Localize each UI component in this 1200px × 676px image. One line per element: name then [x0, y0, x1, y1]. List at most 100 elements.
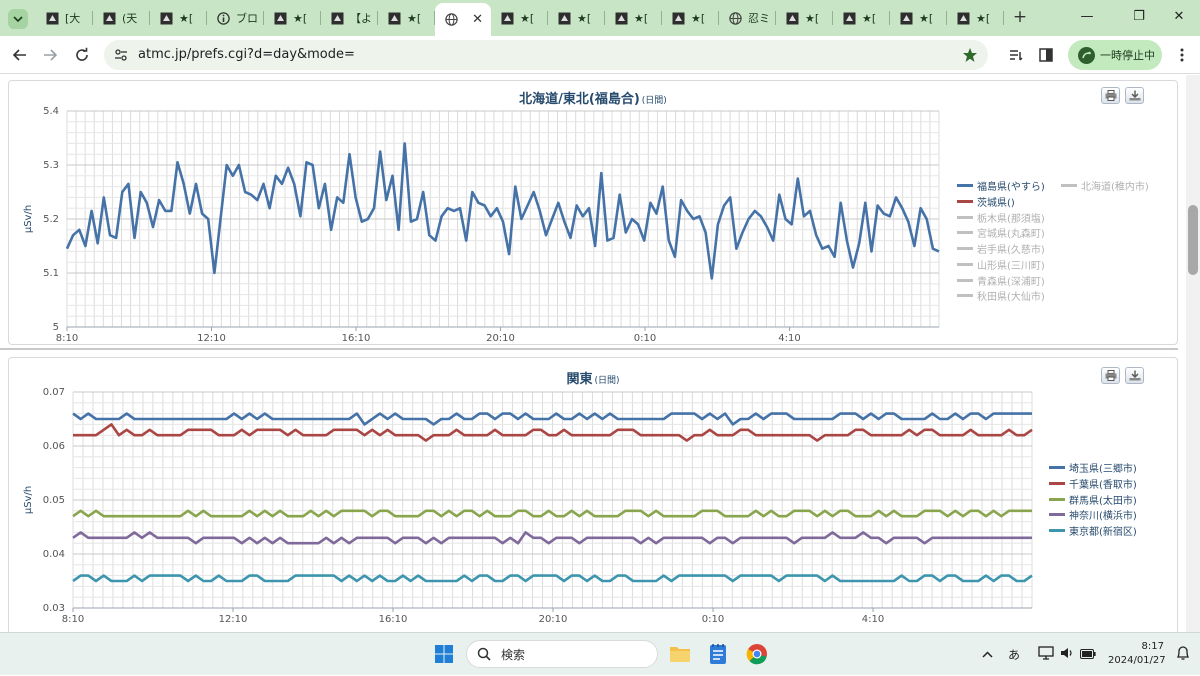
legend-item[interactable]: 千葉県(香取市) — [1049, 476, 1137, 492]
browser-tab[interactable]: ★[ — [150, 5, 207, 31]
back-button[interactable] — [8, 43, 32, 67]
legend-item[interactable]: 秋田県(大仙市) — [957, 288, 1045, 304]
browser-tab[interactable]: ★[ — [264, 5, 321, 31]
tab-title: ★[ — [577, 11, 592, 25]
site-settings-icon[interactable] — [114, 48, 128, 62]
reading-list-button[interactable] — [1004, 43, 1028, 67]
tab-title: ブロ — [236, 12, 258, 25]
chart-legend-tohoku: 福島県(やすら) 北海道(稚内市) 茨城県() 栃木県(那須塩) 宮城県(丸森町) 岩手県… — [957, 178, 1149, 303]
x-tick-label: 20:10 — [486, 333, 515, 344]
y-axis-title: μSv/h — [23, 486, 34, 514]
info-icon — [217, 11, 230, 25]
legend-item[interactable]: 岩手県(久慈市) — [957, 241, 1045, 257]
notification-bell-button[interactable] — [1176, 645, 1190, 665]
address-bar[interactable]: atmc.jp/prefs.cgi?d=day&mode= — [104, 40, 988, 70]
legend-item[interactable]: 神奈川(横浜市) — [1049, 507, 1137, 523]
browser-tab[interactable]: (天 — [93, 5, 150, 31]
page-content: 北海道/東北(福島合) (日間) 5.4 5.3 5.2 5.1 5 μSv/h 8:10 12… — [0, 75, 1200, 632]
site-icon — [388, 12, 401, 25]
clock-time: 8:17 — [1141, 641, 1164, 652]
y-tick-label: 5.2 — [43, 214, 59, 225]
browser-tab[interactable]: ★[ — [833, 5, 890, 31]
reading-list-icon — [1010, 50, 1023, 61]
ime-indicator[interactable]: あ — [1008, 646, 1028, 663]
legend-label: 埼玉県(三郷市) — [1069, 464, 1137, 476]
notepad-icon — [710, 644, 726, 664]
legend-item[interactable]: 山形県(三川町) — [957, 257, 1045, 273]
legend-item[interactable]: 埼玉県(三郷市) — [1049, 460, 1137, 476]
y-tick-label: 5 — [53, 322, 59, 333]
close-tab-icon[interactable]: ✕ — [472, 12, 483, 27]
legend-label: 茨城県() — [977, 198, 1015, 210]
browser-tab[interactable]: 忍ミ — [719, 5, 776, 31]
tab-search-button[interactable] — [8, 9, 28, 29]
legend-swatch — [957, 215, 973, 219]
bookmark-star-icon[interactable] — [962, 47, 978, 63]
legend-item[interactable]: 栃木県(那須塩) — [957, 209, 1045, 225]
x-tick-label: 8:10 — [56, 333, 78, 344]
start-button[interactable] — [431, 641, 457, 667]
restore-button[interactable]: ❐ — [1124, 6, 1154, 28]
y-tick-label: 5.4 — [43, 106, 59, 117]
x-tick-label: 4:10 — [862, 614, 884, 625]
notepad-button[interactable] — [705, 641, 731, 667]
browser-tab[interactable]: [大 — [36, 5, 93, 31]
sync-paused-button[interactable]: 一時停止中 — [1068, 40, 1162, 70]
network-icon[interactable] — [1038, 646, 1054, 663]
browser-tab[interactable]: ブロ — [207, 5, 264, 31]
tab-title: ★[ — [805, 11, 820, 25]
volume-icon[interactable] — [1060, 646, 1074, 663]
tray-overflow-icon[interactable] — [982, 648, 1002, 662]
browser-tab[interactable]: ★[ — [548, 5, 605, 31]
tab-title: 【よ — [350, 12, 372, 25]
side-panel-button[interactable] — [1034, 43, 1058, 67]
taskbar-clock[interactable]: 8:17 2024/01/27 — [1108, 640, 1166, 668]
windows-taskbar: 検索 あ 8:17 2024/01/27 — [0, 632, 1200, 675]
legend-label: 東京都(新宿区) — [1069, 527, 1137, 539]
browser-tab[interactable]: 【よ — [321, 5, 378, 31]
y-tick-label: 0.04 — [43, 549, 65, 560]
legend-item[interactable]: 福島県(やすら) — [957, 178, 1045, 194]
legend-item[interactable]: 群馬県(太田市) — [1049, 491, 1137, 507]
legend-swatch — [1049, 513, 1065, 517]
legend-item[interactable]: 青森県(深浦町) — [957, 272, 1045, 288]
clock-date: 2024/01/27 — [1108, 655, 1166, 666]
tab-title: (天 — [122, 12, 138, 25]
legend-swatch — [957, 278, 973, 282]
browser-tab[interactable]: ★[ — [890, 5, 947, 31]
browser-tab[interactable]: ★[ — [491, 5, 548, 31]
reload-button[interactable] — [70, 43, 94, 67]
y-tick-label: 0.03 — [43, 603, 65, 614]
url-text[interactable]: atmc.jp/prefs.cgi?d=day&mode= — [138, 47, 355, 62]
chrome-taskbar-button[interactable] — [744, 641, 770, 667]
file-explorer-button[interactable] — [667, 641, 693, 667]
browser-tab[interactable]: ★[ — [662, 5, 719, 31]
chrome-menu-button[interactable] — [1170, 43, 1194, 67]
legend-item[interactable]: 茨城県() — [957, 194, 1015, 210]
browser-tab[interactable]: ★[ — [947, 5, 1004, 31]
legend-item[interactable]: 東京都(新宿区) — [1049, 523, 1137, 539]
minimize-button[interactable]: — — [1072, 6, 1102, 28]
windows-logo-icon — [435, 645, 453, 663]
forward-button[interactable] — [38, 43, 62, 67]
tab-separator — [1003, 11, 1004, 25]
browser-toolbar: atmc.jp/prefs.cgi?d=day&mode= 一時停止中 — [0, 36, 1200, 74]
legend-item[interactable]: 北海道(稚内市) — [1061, 178, 1149, 194]
scrollbar-thumb[interactable] — [1188, 205, 1198, 275]
tab-strip: [大 (天 ★[ブロ ★[【よ ★[✕ ★[★[★[★[忍ミ ★[★[★[★[ + — ❐ … — [0, 0, 1200, 36]
taskbar-search-box[interactable]: 検索 — [466, 640, 658, 668]
page-scrollbar[interactable] — [1186, 75, 1200, 632]
battery-icon[interactable] — [1080, 648, 1096, 662]
browser-tab[interactable]: ★[ — [776, 5, 833, 31]
browser-tab[interactable]: ★[ — [378, 5, 435, 31]
legend-swatch — [957, 231, 973, 235]
new-tab-button[interactable]: + — [1010, 7, 1030, 27]
close-window-button[interactable]: ✕ — [1164, 6, 1194, 28]
browser-tab[interactable]: ★[ — [605, 5, 662, 31]
legend-item[interactable]: 宮城県(丸森町) — [957, 225, 1045, 241]
browser-tab[interactable]: ✕ — [435, 3, 491, 36]
more-vertical-icon — [1180, 48, 1184, 62]
legend-label: 宮城県(丸森町) — [977, 229, 1045, 241]
search-placeholder: 検索 — [501, 647, 526, 662]
legend-swatch — [1049, 482, 1065, 486]
